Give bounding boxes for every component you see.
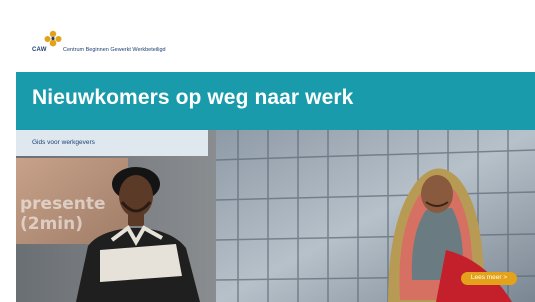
read-more-button[interactable]: Lees meer >	[461, 272, 517, 285]
title-banner: Nieuwkomers op weg naar werk	[16, 72, 535, 130]
subtitle-bar: Gids voor werkgevers	[16, 130, 208, 156]
logo: CAW Centrum Beginnen Gewerkt Werkbeteili…	[32, 28, 172, 56]
subtitle: Gids voor werkgevers	[32, 139, 95, 146]
logo-name: Centrum Beginnen Gewerkt Werkbeteiligd	[63, 47, 166, 53]
document-page: CAW Centrum Beginnen Gewerkt Werkbeteili…	[0, 0, 535, 302]
logo-abbreviation: CAW	[32, 47, 47, 53]
screen-text: presente (2min)	[20, 194, 106, 234]
header: CAW Centrum Beginnen Gewerkt Werkbeteili…	[0, 0, 535, 72]
page-title: Nieuwkomers op weg naar werk	[32, 86, 354, 109]
read-more-label: Lees meer >	[470, 274, 508, 281]
